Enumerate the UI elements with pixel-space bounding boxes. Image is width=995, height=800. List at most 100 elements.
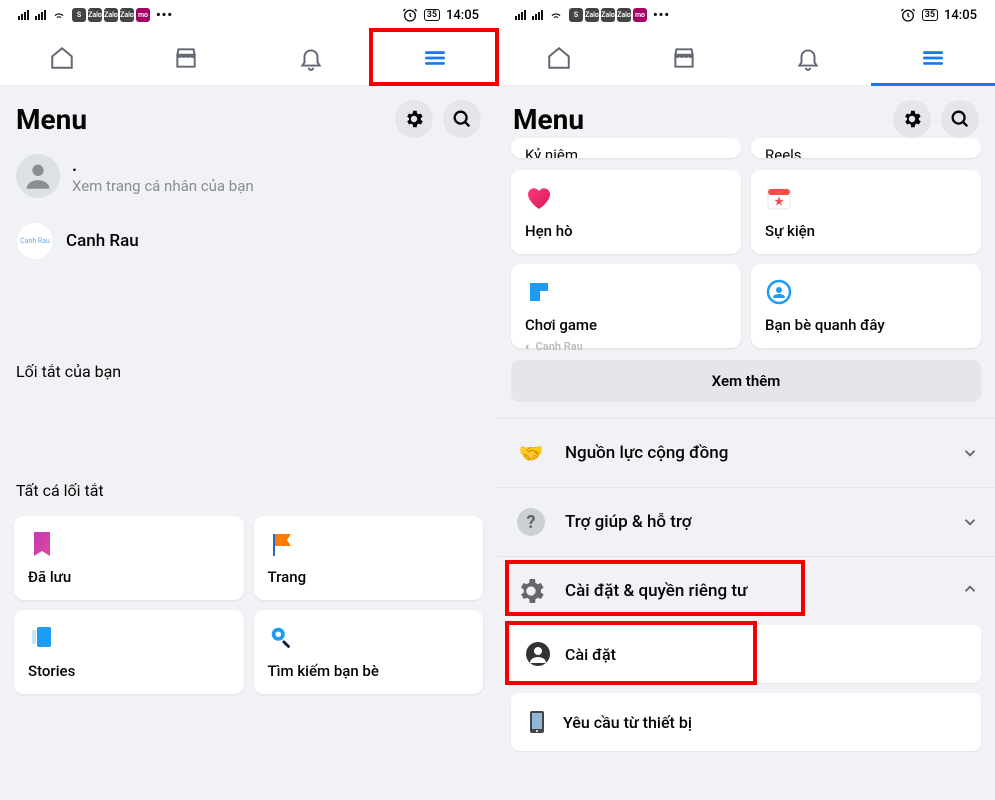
card-label: Bạn bè quanh đây: [765, 316, 967, 334]
card-dating[interactable]: Hẹn hò: [511, 170, 741, 254]
sub-device-requests[interactable]: Yêu cầu từ thiết bị: [511, 693, 981, 751]
page-title: Menu: [16, 103, 87, 136]
expand-community[interactable]: 🤝 Nguồn lực cộng đồng: [497, 418, 995, 487]
see-more-label: Xem thêm: [712, 372, 781, 390]
chevron-up-icon: [961, 580, 979, 598]
shortcuts-label: Lối tắt của bạn: [0, 362, 497, 381]
app-icon: Zalo: [120, 8, 134, 22]
find-friends-icon: [268, 624, 296, 652]
help-icon: ?: [513, 504, 549, 540]
nav-notifications[interactable]: [249, 30, 373, 85]
expand-settings-privacy[interactable]: Cài đặt & quyền riêng tư: [497, 556, 995, 625]
gear-icon: [513, 573, 549, 609]
menu-header: Menu: [0, 86, 497, 148]
app-icon: S: [569, 8, 583, 22]
search-button[interactable]: [443, 100, 481, 138]
menu-body: Menu Kỷ niệm Reels Hẹn hò ★ Sự kiện Chơi…: [497, 86, 995, 800]
nav-marketplace[interactable]: [622, 30, 747, 85]
app-icon: Zalo: [104, 8, 118, 22]
card-nearby-friends[interactable]: Bạn bè quanh đây: [751, 264, 981, 348]
svg-text:?: ?: [527, 512, 536, 533]
profile-name: .: [72, 157, 254, 175]
card-memories[interactable]: Kỷ niệm: [511, 138, 741, 158]
person-icon: [525, 641, 551, 667]
battery-icon: 35: [922, 9, 938, 21]
phone-icon: [525, 709, 549, 735]
phone-left: S Zalo Zalo Zalo mo ••• 35 14:05 Menu: [0, 0, 497, 800]
app-icon: Zalo: [88, 8, 102, 22]
stories-icon: [28, 624, 56, 652]
battery-icon: 35: [424, 9, 440, 21]
gaming-icon: [525, 278, 553, 306]
settings-sublist: Cài đặt Yêu cầu từ thiết bị: [497, 625, 995, 771]
search-button[interactable]: [941, 100, 979, 138]
nav-home[interactable]: [497, 30, 622, 85]
avatar-icon: [16, 154, 60, 198]
partial-card-row: Kỷ niệm Reels: [497, 138, 995, 158]
flag-icon: [268, 530, 296, 558]
more-icon: •••: [653, 8, 670, 23]
card-gaming[interactable]: Chơi game: [511, 264, 741, 348]
app-icon: Zalo: [617, 8, 631, 22]
bookmark-icon: [28, 530, 56, 558]
status-bar: S Zalo Zalo Zalo mo ••• 35 14:05: [497, 0, 995, 30]
card-stories[interactable]: Stories: [14, 610, 244, 694]
more-icon: •••: [156, 8, 173, 23]
card-saved[interactable]: Đã lưu: [14, 516, 244, 600]
card-pages[interactable]: Trang: [254, 516, 484, 600]
page-shortcut[interactable]: Canh Rau Canh Rau: [0, 210, 497, 272]
watermark: ◐ Canh Rau: [525, 340, 583, 353]
see-more-button[interactable]: ◐ Canh Rau Xem thêm: [511, 360, 981, 402]
expand-label: Trợ giúp & hỗ trợ: [565, 512, 945, 532]
profile-subtitle: Xem trang cá nhân của bạn: [72, 177, 254, 195]
phone-right: S Zalo Zalo Zalo mo ••• 35 14:05 Menu: [497, 0, 995, 800]
clock-text: 14:05: [944, 8, 977, 23]
shortcut-grid: Đã lưu Trang Stories Tìm kiếm bạn bè: [0, 516, 497, 694]
app-icon: Zalo: [585, 8, 599, 22]
sub-settings[interactable]: Cài đặt: [511, 625, 981, 683]
svg-text:★: ★: [774, 195, 784, 208]
card-label: Tìm kiếm bạn bè: [268, 662, 470, 680]
card-label: Kỷ niệm: [525, 146, 578, 158]
chevron-down-icon: [961, 444, 979, 462]
nav-notifications[interactable]: [746, 30, 871, 85]
expand-help[interactable]: ? Trợ giúp & hỗ trợ: [497, 487, 995, 556]
nav-menu[interactable]: [373, 30, 497, 85]
nav-menu[interactable]: [871, 30, 995, 85]
calendar-icon: ★: [765, 184, 793, 212]
expand-label: Nguồn lực cộng đồng: [565, 443, 945, 463]
card-label: Trang: [268, 568, 470, 586]
menu-body: Menu . Xem trang cá nhân của bạn Canh Ra…: [0, 86, 497, 800]
card-events[interactable]: ★ Sự kiện: [751, 170, 981, 254]
settings-button[interactable]: [893, 100, 931, 138]
signal-icon: [18, 10, 29, 20]
top-nav: [497, 30, 995, 86]
alarm-icon: [402, 7, 418, 23]
page-logo-icon: Canh Rau: [16, 222, 54, 260]
wifi-icon: [549, 8, 563, 22]
app-icon: Zalo: [601, 8, 615, 22]
all-shortcuts-label: Tất cá lối tắt: [0, 481, 497, 500]
settings-button[interactable]: [395, 100, 433, 138]
expand-label: Cài đặt & quyền riêng tư: [565, 581, 885, 601]
signal-icon: [532, 10, 543, 20]
nearby-icon: [765, 278, 793, 306]
card-reels[interactable]: Reels: [751, 138, 981, 158]
nav-marketplace[interactable]: [124, 30, 248, 85]
card-find-friends[interactable]: Tìm kiếm bạn bè: [254, 610, 484, 694]
clock-text: 14:05: [446, 8, 479, 23]
shortcut-grid: Hẹn hò ★ Sự kiện Chơi game Bạn bè quanh …: [497, 170, 995, 348]
card-label: Sự kiện: [765, 222, 967, 240]
app-icon: mo: [633, 8, 647, 22]
nav-home[interactable]: [0, 30, 124, 85]
heart-icon: [525, 184, 553, 212]
sub-label: Yêu cầu từ thiết bị: [563, 713, 692, 732]
card-label: Hẹn hò: [525, 222, 727, 240]
sub-label: Cài đặt: [565, 645, 616, 664]
app-icon: mo: [136, 8, 150, 22]
app-icon: S: [72, 8, 86, 22]
profile-row[interactable]: . Xem trang cá nhân của bạn: [0, 148, 497, 210]
card-label: Stories: [28, 662, 230, 680]
card-label: Reels: [765, 146, 802, 158]
signal-icon: [35, 10, 46, 20]
